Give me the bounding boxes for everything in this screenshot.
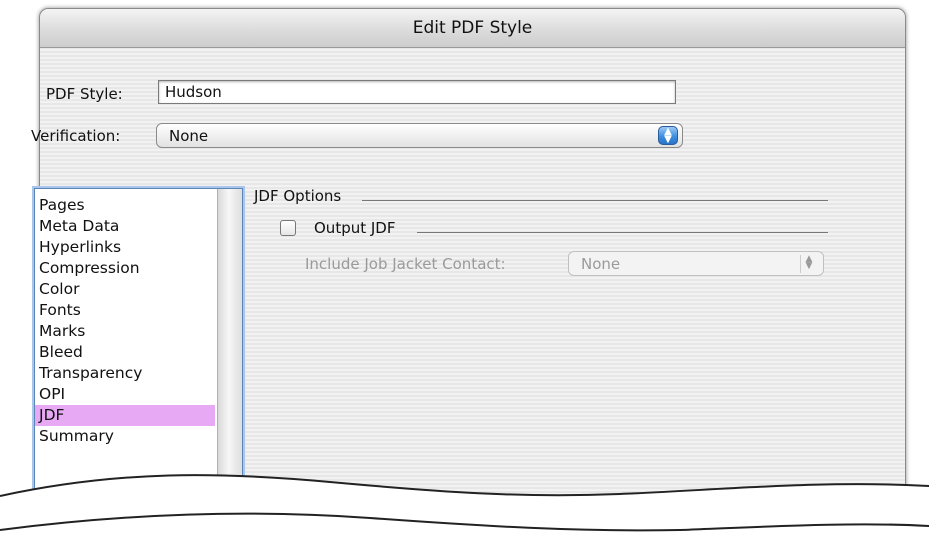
job-jacket-contact-label: Include Job Jacket Contact:	[305, 255, 506, 273]
category-item-fonts[interactable]: Fonts	[35, 300, 215, 321]
jdf-options-divider	[362, 200, 828, 201]
output-jdf-divider	[417, 232, 828, 233]
pdf-style-label: PDF Style:	[46, 85, 123, 103]
category-item-opi[interactable]: OPI	[35, 384, 215, 405]
output-jdf-checkbox[interactable]	[280, 220, 296, 236]
verification-label: Verification:	[31, 127, 121, 145]
category-item-compression[interactable]: Compression	[35, 258, 215, 279]
category-list[interactable]: Pages Meta Data Hyperlinks Compression Color…	[34, 188, 243, 490]
category-item-bleed[interactable]: Bleed	[35, 342, 215, 363]
dialog-title: Edit PDF Style	[412, 18, 533, 38]
category-item-jdf[interactable]: JDF	[35, 405, 215, 426]
list-scrollbar[interactable]	[217, 189, 242, 489]
verification-value: None	[169, 127, 209, 145]
output-jdf-label[interactable]: Output JDF	[314, 219, 395, 237]
jdf-options-heading: JDF Options	[254, 187, 342, 205]
category-item-pages[interactable]: Pages	[35, 195, 215, 216]
category-item-summary[interactable]: Summary	[35, 426, 215, 447]
job-jacket-contact-select[interactable]: None ▲ ▼	[568, 251, 824, 276]
torn-edge-graphic	[0, 474, 929, 538]
category-item-transparency[interactable]: Transparency	[35, 363, 215, 384]
category-item-meta-data[interactable]: Meta Data	[35, 216, 215, 237]
verification-select[interactable]: None ▲ ▼	[156, 123, 683, 148]
title-bar[interactable]: Edit PDF Style	[40, 9, 905, 48]
select-arrows-icon: ▲ ▼	[800, 255, 817, 273]
category-list-items: Pages Meta Data Hyperlinks Compression Color…	[35, 195, 215, 447]
category-item-hyperlinks[interactable]: Hyperlinks	[35, 237, 215, 258]
category-item-color[interactable]: Color	[35, 279, 215, 300]
job-jacket-contact-value: None	[581, 255, 621, 273]
pdf-style-input[interactable]	[158, 80, 676, 104]
select-arrows-icon: ▲ ▼	[658, 126, 678, 145]
category-item-marks[interactable]: Marks	[35, 321, 215, 342]
